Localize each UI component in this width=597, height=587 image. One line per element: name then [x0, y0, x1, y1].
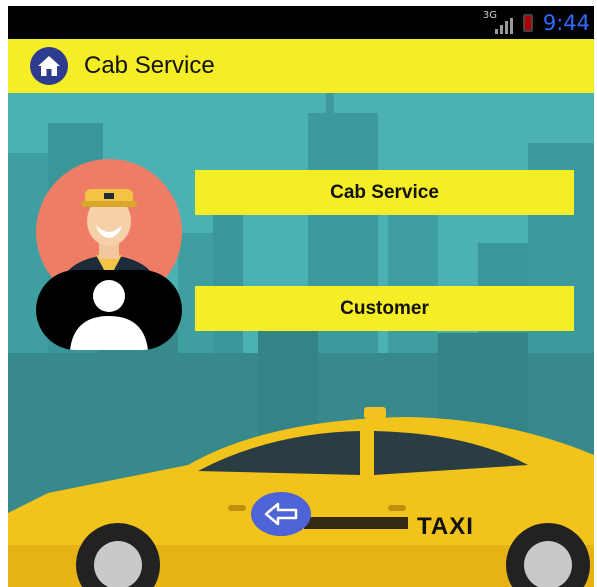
main-content: Cab Service Customer TAXI: [8, 93, 594, 587]
app-bar: Cab Service: [8, 39, 594, 93]
home-icon: [38, 56, 60, 76]
app-title: Cab Service: [84, 52, 215, 79]
customer-avatar: [36, 270, 182, 350]
home-button[interactable]: [30, 47, 68, 85]
status-bar: 3G 9:44: [8, 6, 594, 39]
taxi-sign-text: TAXI: [417, 513, 474, 540]
customer-button[interactable]: Customer: [195, 286, 574, 331]
back-arrow-icon: [264, 502, 298, 526]
cab-service-button[interactable]: Cab Service: [195, 170, 574, 215]
phone-screen: 3G 9:44 Cab Service Cab Service Customer…: [8, 0, 594, 587]
status-time: 9:44: [542, 10, 590, 35]
signal-bars-icon: [494, 17, 513, 34]
user-avatar-icon: [70, 280, 148, 350]
signal-indicator: 3G: [483, 10, 513, 34]
taxi-car-illustration: [8, 407, 594, 587]
battery-icon: [522, 13, 533, 32]
back-button[interactable]: [251, 492, 311, 536]
